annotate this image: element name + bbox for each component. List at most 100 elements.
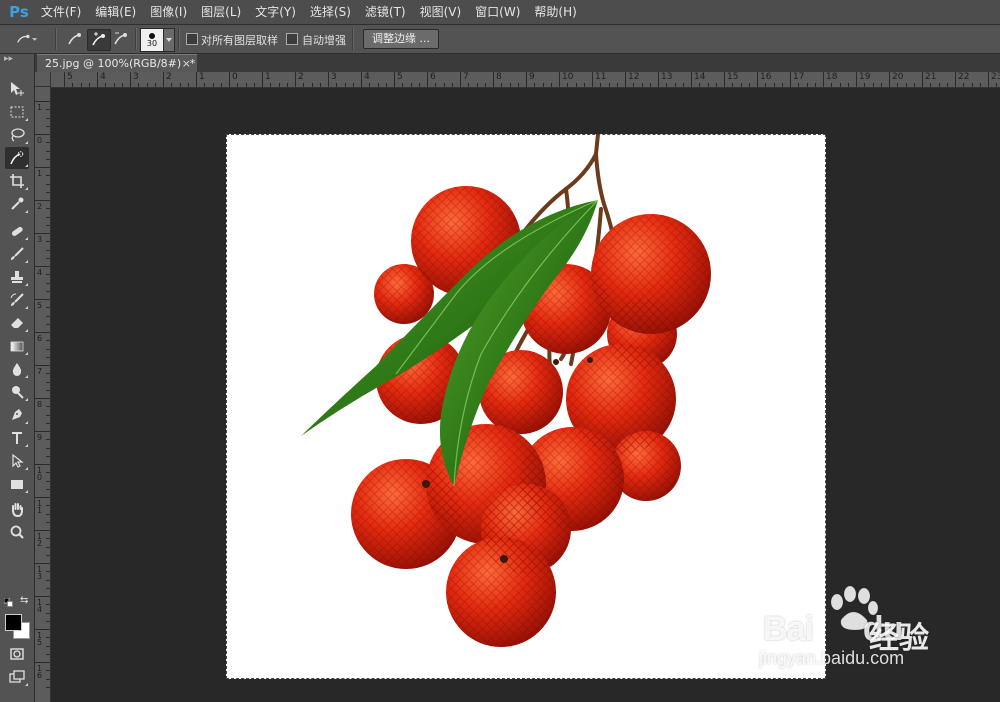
menu-edit[interactable]: 编辑(E) (88, 0, 143, 24)
ruler-label: 3 (331, 72, 337, 82)
ruler-label: 3 (133, 72, 139, 82)
menu-file[interactable]: 文件(F) (34, 0, 88, 24)
ruler-minor-tick (46, 150, 50, 152)
options-bar: 30 对所有图层取样 自动增强 调整边缘 ... (0, 25, 1000, 54)
menu-view[interactable]: 视图(V) (413, 0, 469, 24)
brush-add-selection-icon (92, 32, 105, 46)
ruler-minor-tick (46, 653, 50, 655)
ruler-major-tick (988, 72, 989, 87)
sample-all-layers-checkbox[interactable] (186, 33, 198, 45)
menu-image[interactable]: 图像(I) (143, 0, 194, 24)
rectangular-marquee-tool[interactable] (5, 101, 29, 123)
ruler-minor-tick (253, 83, 255, 87)
rectangle-tool[interactable] (5, 473, 29, 495)
ruler-major-tick (35, 167, 50, 168)
ruler-minor-tick (138, 83, 140, 87)
ruler-minor-tick (46, 109, 50, 111)
menu-type[interactable]: 文字(Y) (248, 0, 303, 24)
document-canvas[interactable] (226, 134, 826, 679)
panel-grip-icon[interactable]: ▸▸ (4, 55, 24, 64)
ruler-minor-tick (732, 83, 734, 87)
horizontal-ruler[interactable]: 5 4 3 2 1 0 1 2 3 4 5 6 7 8 9 10 11 12 13 14 15 16 17 18 19 20 21 2… (51, 72, 1000, 88)
hand-tool[interactable] (5, 498, 29, 520)
quick-selection-tool[interactable] (5, 147, 29, 169)
zoom-tool[interactable] (5, 521, 29, 543)
dodge-tool[interactable] (5, 381, 29, 403)
close-icon[interactable]: × (182, 55, 191, 72)
blur-tool[interactable] (5, 358, 29, 380)
gradient-tool[interactable] (5, 335, 29, 357)
ruler-minor-tick (46, 282, 50, 284)
ruler-label: 1 (37, 103, 43, 112)
vertical-ruler[interactable]: 1 0 1 2 3 4 5 6 7 8 9 10 11 12 13 14 15 16 (35, 87, 51, 702)
tool-preset-picker[interactable] (16, 29, 38, 49)
menu-window[interactable]: 窗口(W) (468, 0, 527, 24)
quick-mask-icon (10, 648, 24, 660)
ruler-major-tick (328, 72, 329, 87)
default-colors-icon[interactable] (4, 598, 13, 607)
history-brush-tool[interactable] (5, 289, 29, 311)
ruler-minor-tick (46, 241, 50, 243)
path-selection-tool[interactable] (5, 450, 29, 472)
brush-tool[interactable] (5, 243, 29, 265)
ruler-major-tick (823, 72, 824, 87)
ruler-minor-tick (806, 83, 808, 87)
ruler-minor-tick (237, 83, 239, 87)
ruler-major-tick (955, 72, 956, 87)
ruler-origin[interactable] (35, 72, 51, 87)
ruler-minor-tick (451, 83, 453, 87)
ruler-minor-tick (46, 604, 50, 606)
ruler-major-tick (889, 72, 890, 87)
ruler-label: 3 (37, 235, 43, 244)
ruler-minor-tick (831, 83, 833, 87)
menu-help[interactable]: 帮助(H) (527, 0, 583, 24)
ruler-minor-tick (46, 257, 50, 259)
clone-stamp-tool[interactable] (5, 266, 29, 288)
ruler-minor-tick (46, 579, 50, 581)
add-to-selection-button[interactable] (87, 29, 111, 51)
ruler-minor-tick (88, 83, 90, 87)
screen-mode-button[interactable] (5, 666, 29, 688)
ruler-minor-tick (352, 83, 354, 87)
ruler-label: 9 (529, 72, 535, 82)
subtract-from-selection-button[interactable] (110, 29, 132, 49)
crop-tool[interactable] (5, 170, 29, 192)
eyedropper-icon (11, 197, 24, 210)
quick-mask-mode-button[interactable] (5, 643, 29, 665)
foreground-color-swatch[interactable] (5, 614, 22, 631)
type-tool[interactable] (5, 427, 29, 449)
ruler-major-tick (35, 200, 50, 201)
auto-enhance-checkbox[interactable] (286, 33, 298, 45)
brush-picker-dropdown[interactable] (163, 28, 175, 52)
canvas-area[interactable]: Bai du 经验 jingyan.baidu.com (51, 88, 1000, 702)
move-tool[interactable] (5, 78, 29, 100)
ruler-label: 14 (694, 72, 706, 82)
brush-size-picker[interactable]: 30 (140, 28, 164, 52)
ruler-minor-tick (501, 83, 503, 87)
chevron-down-icon (166, 38, 172, 42)
ruler-label: 22 (958, 72, 970, 82)
menu-layer[interactable]: 图层(L) (194, 0, 248, 24)
refine-edge-button[interactable]: 调整边缘 ... (363, 29, 439, 49)
swap-colors-icon[interactable]: ⇆ (20, 596, 30, 606)
lasso-tool[interactable] (5, 124, 29, 146)
menu-filter[interactable]: 滤镜(T) (358, 0, 413, 24)
ruler-minor-tick (534, 83, 536, 87)
ruler-minor-tick (897, 83, 899, 87)
document-tab[interactable]: 25.jpg @ 100%(RGB/8#) * × (37, 54, 197, 72)
new-selection-button[interactable] (64, 29, 86, 49)
ruler-major-tick (691, 72, 692, 87)
spot-healing-brush-tool[interactable] (5, 220, 29, 242)
ruler-minor-tick (204, 83, 206, 87)
menu-select[interactable]: 选择(S) (303, 0, 358, 24)
ruler-minor-tick (814, 83, 816, 87)
ruler-major-tick (196, 72, 197, 87)
ruler-label: 21 (925, 72, 937, 82)
eraser-tool[interactable] (5, 312, 29, 334)
pen-tool[interactable] (5, 404, 29, 426)
ruler-minor-tick (46, 389, 50, 391)
ruler-minor-tick (46, 678, 50, 680)
eyedropper-tool[interactable] (5, 193, 29, 215)
ruler-label: 13 (37, 565, 43, 581)
ruler-label: 2 (298, 72, 304, 82)
